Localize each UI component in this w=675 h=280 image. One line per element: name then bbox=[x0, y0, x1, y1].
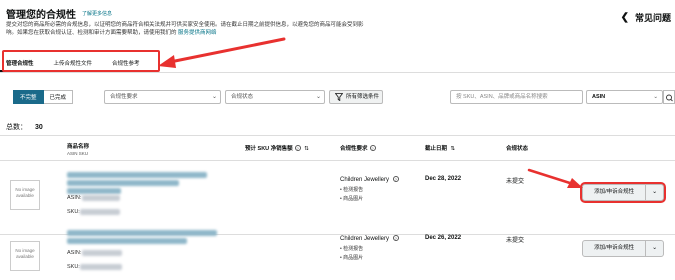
faq-label: 常见问题 bbox=[634, 13, 671, 23]
product-title-link[interactable] bbox=[67, 172, 207, 178]
status-value: 未提交 bbox=[506, 238, 525, 244]
status-value: 未提交 bbox=[506, 179, 525, 185]
chevron-down-icon: ⌄ bbox=[315, 94, 321, 100]
search-type-label: ASIN bbox=[592, 94, 606, 100]
column-sales-label: 预计 SKU 净销售额 bbox=[245, 146, 293, 152]
all-filters-button[interactable]: 所有筛选条件 bbox=[329, 90, 383, 104]
column-product-sub: ASIN SKU bbox=[67, 151, 89, 156]
chevron-down-icon: ⌄ bbox=[211, 94, 217, 100]
tab-divider bbox=[0, 72, 675, 73]
page-description: 提交对您的商品所必需的合规信息，以证明您的商品符合相关法规并可供买家安全使用。请… bbox=[6, 21, 371, 37]
requirement-item-label: 检测报告 bbox=[343, 187, 364, 193]
sku-label: SKU: bbox=[67, 264, 80, 270]
chevron-left-icon: ❮ bbox=[620, 12, 629, 23]
sort-icon[interactable]: ⇅ bbox=[451, 146, 456, 152]
asin-value bbox=[82, 195, 120, 201]
add-appeal-compliance-label: 添加/申诉合规性 bbox=[583, 241, 647, 256]
total-count: 总数： 30 bbox=[6, 122, 43, 132]
completed-toggle[interactable]: 已完成 bbox=[43, 90, 74, 104]
search-button[interactable] bbox=[663, 90, 675, 104]
search-placeholder: 按 SKU、ASIN、品牌或商品名称搜索 bbox=[456, 94, 548, 100]
sku-value bbox=[80, 209, 120, 215]
filter-icon bbox=[335, 93, 343, 101]
chevron-down-icon: ⌄ bbox=[653, 94, 658, 100]
requirement-item: • 商品图片 bbox=[340, 196, 364, 202]
info-icon[interactable]: ? bbox=[392, 176, 399, 182]
total-value: 30 bbox=[35, 124, 43, 131]
requirement-item: • 检测报告 bbox=[340, 246, 364, 252]
deadline-value: Dec 28, 2022 bbox=[425, 176, 462, 182]
faq-link[interactable]: ❮ 常见问题 bbox=[621, 11, 671, 24]
product-title-link-line2[interactable] bbox=[67, 180, 179, 186]
asin-label: ASIN: bbox=[67, 195, 82, 201]
annotation-highlight-box bbox=[2, 50, 160, 72]
incomplete-toggle[interactable]: 不完整 bbox=[13, 90, 44, 104]
column-requirement-label: 合规性要求 bbox=[340, 146, 368, 152]
search-icon bbox=[666, 94, 673, 102]
total-label: 总数： bbox=[6, 124, 27, 131]
requirement-item-label: 商品图片 bbox=[343, 196, 364, 202]
asin-label: ASIN: bbox=[67, 250, 82, 256]
no-image-placeholder: No image available bbox=[10, 241, 40, 271]
annotation-arrow bbox=[527, 168, 583, 188]
requirement-item-label: 商品图片 bbox=[343, 255, 364, 261]
requirement-item: • 商品图片 bbox=[340, 255, 364, 261]
sku-value bbox=[80, 264, 122, 270]
requirement-cell: Children Jewellery ? • 检测报告 • 商品图片 bbox=[340, 235, 399, 263]
column-product: 商品名称 ASIN SKU bbox=[67, 142, 89, 156]
no-image-placeholder: No image available bbox=[10, 180, 40, 210]
requirement-cell: Children Jewellery ? • 检测报告 • 商品图片 bbox=[340, 176, 399, 204]
product-title-link-line2[interactable] bbox=[67, 238, 187, 244]
chevron-down-icon[interactable]: ⌄ bbox=[646, 185, 663, 200]
add-appeal-compliance-label: 添加/申诉合规性 bbox=[583, 185, 647, 200]
column-product-label: 商品名称 bbox=[67, 144, 90, 150]
info-icon[interactable]: ? bbox=[392, 235, 399, 241]
add-appeal-compliance-button[interactable]: 添加/申诉合规性 ⌄ bbox=[582, 184, 664, 201]
add-appeal-compliance-button[interactable]: 添加/申诉合规性 ⌄ bbox=[582, 240, 664, 257]
annotation-arrow bbox=[158, 37, 286, 68]
column-deadline-label: 截止日期 bbox=[425, 146, 448, 152]
requirement-item-label: 检测报告 bbox=[343, 246, 364, 252]
chevron-down-icon[interactable]: ⌄ bbox=[646, 241, 663, 256]
product-title-link-line3[interactable] bbox=[67, 188, 121, 194]
sku-label: SKU: bbox=[67, 209, 80, 215]
learn-more-link[interactable]: 了解更多信息 bbox=[82, 10, 112, 17]
status-select[interactable]: 合规状态 ⌄ bbox=[225, 90, 325, 104]
completion-toggle: 不完整 已完成 bbox=[13, 90, 74, 104]
compliance-page: 管理您的合规性 了解更多信息 提交对您的商品所必需的合规信息，以证明您的商品符合… bbox=[0, 0, 675, 280]
column-status: 合规状态 bbox=[506, 146, 529, 152]
column-requirement: 合规性要求? bbox=[340, 144, 376, 152]
requirement-item: • 检测报告 bbox=[340, 187, 364, 193]
info-icon[interactable]: ? bbox=[294, 145, 301, 151]
deadline-value: Dec 26, 2022 bbox=[425, 235, 462, 241]
requirement-select-label: 合规性要求 bbox=[110, 94, 138, 100]
search-input[interactable]: 按 SKU、ASIN、品牌或商品名称搜索 bbox=[450, 90, 583, 104]
requirement-name: Children Jewellery bbox=[340, 236, 390, 242]
page-title: 管理您的合规性 bbox=[6, 10, 76, 21]
search-type-select[interactable]: ASIN ⌄ bbox=[586, 90, 663, 104]
column-sales[interactable]: 预计 SKU 净销售额? ⇅ bbox=[245, 144, 309, 152]
status-select-label: 合规状态 bbox=[231, 94, 254, 100]
sort-icon[interactable]: ⇅ bbox=[304, 146, 309, 152]
product-title-link[interactable] bbox=[67, 230, 217, 236]
requirement-name: Children Jewellery bbox=[340, 177, 390, 183]
table-row: No image available ASIN: SKU: Children J… bbox=[0, 230, 675, 280]
column-deadline[interactable]: 截止日期 ⇅ bbox=[425, 144, 455, 152]
asin-value bbox=[82, 250, 122, 256]
requirement-select[interactable]: 合规性要求 ⌄ bbox=[104, 90, 221, 104]
info-icon[interactable]: ? bbox=[369, 145, 376, 151]
all-filters-label: 所有筛选条件 bbox=[346, 94, 380, 100]
table-header: 商品名称 ASIN SKU 预计 SKU 净销售额? ⇅ 合规性要求? 截止日期… bbox=[0, 135, 675, 161]
